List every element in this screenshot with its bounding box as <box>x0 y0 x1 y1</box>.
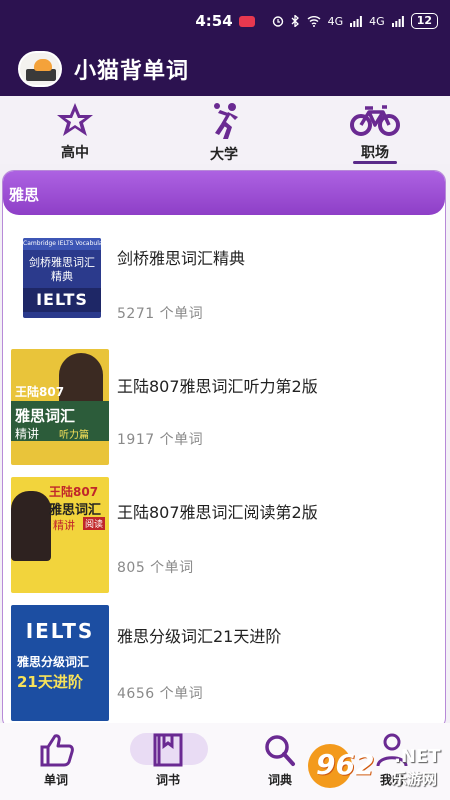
cover-main-text: 雅思词汇 <box>15 407 76 425</box>
tab-label-gaozhong: 高中 <box>61 145 89 161</box>
book-title: 雅思分级词汇21天进阶 <box>117 627 282 646</box>
tab-label-zhichang: 职场 <box>361 145 389 161</box>
tab-gaozhong[interactable]: 高中 <box>15 96 135 164</box>
bicycle-icon <box>350 105 400 136</box>
wifi-icon <box>307 16 321 27</box>
nav-item-words[interactable]: 单词 <box>0 723 112 800</box>
nav-item-books[interactable]: 词书 <box>112 723 224 800</box>
book-title: 王陆807雅思词汇听力第2版 <box>117 377 318 396</box>
cover-tag-text: 听力篇 <box>59 430 89 441</box>
watermark-sub: 乐游网 <box>392 770 438 788</box>
alarm-icon <box>272 16 283 27</box>
book-item[interactable]: Cambridge IELTS Vocabulary Master 剑桥雅思词汇… <box>3 223 445 343</box>
tab-daxue[interactable]: 大学 <box>164 96 284 164</box>
battery-indicator: 12 <box>410 13 438 29</box>
cover-top-text: 王陆807 <box>49 485 99 499</box>
book-cover: IELTS 雅思分级词汇 21天进阶 <box>11 605 109 721</box>
thumbs-up-icon <box>40 734 74 767</box>
network-label-2: 4G <box>369 14 385 28</box>
nav-label-books: 词书 <box>155 773 180 787</box>
tab-active-indicator <box>353 161 397 164</box>
book-title: 剑桥雅思词汇精典 <box>117 249 246 268</box>
status-time: 4:54 <box>195 12 233 30</box>
book-word-count: 805 个单词 <box>117 560 194 576</box>
bluetooth-icon <box>291 15 299 27</box>
book-cover: Cambridge IELTS Vocabulary Master 剑桥雅思词汇… <box>23 238 101 318</box>
network-label: 4G <box>327 14 344 28</box>
book-word-count: 5271 个单词 <box>117 306 204 322</box>
cover-main-text: 雅思词汇 <box>49 503 102 518</box>
app-title: 小猫背单词 <box>74 59 190 84</box>
tab-zhichang[interactable]: 职场 <box>315 96 435 164</box>
app-logo <box>18 51 62 87</box>
cover-photo-shape <box>59 353 103 405</box>
book-item[interactable]: IELTS 雅思分级词汇 21天进阶 雅思分级词汇21天进阶 4656 个单词 <box>3 599 445 721</box>
book-title: 王陆807雅思词汇阅读第2版 <box>117 503 318 522</box>
logo-cat-shape <box>34 59 52 71</box>
book-cover: 王陆807 雅思词汇 精讲 听力篇 <box>11 349 109 465</box>
cover-top-text: 王陆807 <box>15 385 65 399</box>
cover-top-text: Cambridge IELTS Vocabulary Master <box>23 238 101 250</box>
star-icon <box>57 103 93 136</box>
cover-sub-text: 21天进阶 <box>17 673 83 691</box>
cover-photo-shape <box>11 491 51 561</box>
section-header: 雅思 <box>3 171 445 215</box>
book-word-count: 1917 个单词 <box>117 432 204 448</box>
cover-sub-text: IELTS <box>23 288 101 312</box>
book-list-card: 雅思 Cambridge IELTS Vocabulary Master 剑桥雅… <box>2 170 446 730</box>
tab-label-daxue: 大学 <box>210 147 238 163</box>
book-item[interactable]: 王陆807 雅思词汇 精讲 听力篇 王陆807雅思词汇听力第2版 1917 个单… <box>3 343 445 465</box>
cover-tag-text: 阅读 <box>83 517 106 530</box>
basketball-player-icon <box>214 103 238 139</box>
book-item[interactable]: 王陆807 雅思词汇 精讲 阅读 王陆807雅思词汇阅读第2版 805 个单词 <box>3 471 445 593</box>
watermark-logo: 962 .NET 乐游网 <box>308 740 448 792</box>
notification-badge-icon <box>238 16 255 27</box>
book-cover: 王陆807 雅思词汇 精讲 阅读 <box>11 477 109 593</box>
book-icon <box>153 733 183 767</box>
status-bar: 4:54 4G 4G 12 <box>0 0 450 42</box>
status-icons: 4G 4G 12 <box>272 13 438 29</box>
cover-top-text: IELTS <box>25 619 95 643</box>
cover-main-text: 雅思分级词汇 <box>17 655 90 669</box>
book-word-count: 4656 个单词 <box>117 686 204 702</box>
app-bar: 小猫背单词 <box>0 42 450 96</box>
search-icon <box>265 735 295 766</box>
cover-sub-text: 精讲 <box>53 519 75 532</box>
category-tabs: 高中 大学 职场 <box>0 96 450 164</box>
signal-icon-2 <box>391 15 404 27</box>
watermark-brand: 962 <box>316 748 375 781</box>
signal-icon <box>350 15 363 27</box>
cover-main-text: 剑桥雅思词汇精典 <box>29 256 95 283</box>
cover-sub-text: 精讲 <box>15 427 40 441</box>
watermark-suffix: .NET <box>394 746 441 767</box>
nav-label-words: 单词 <box>43 773 68 787</box>
